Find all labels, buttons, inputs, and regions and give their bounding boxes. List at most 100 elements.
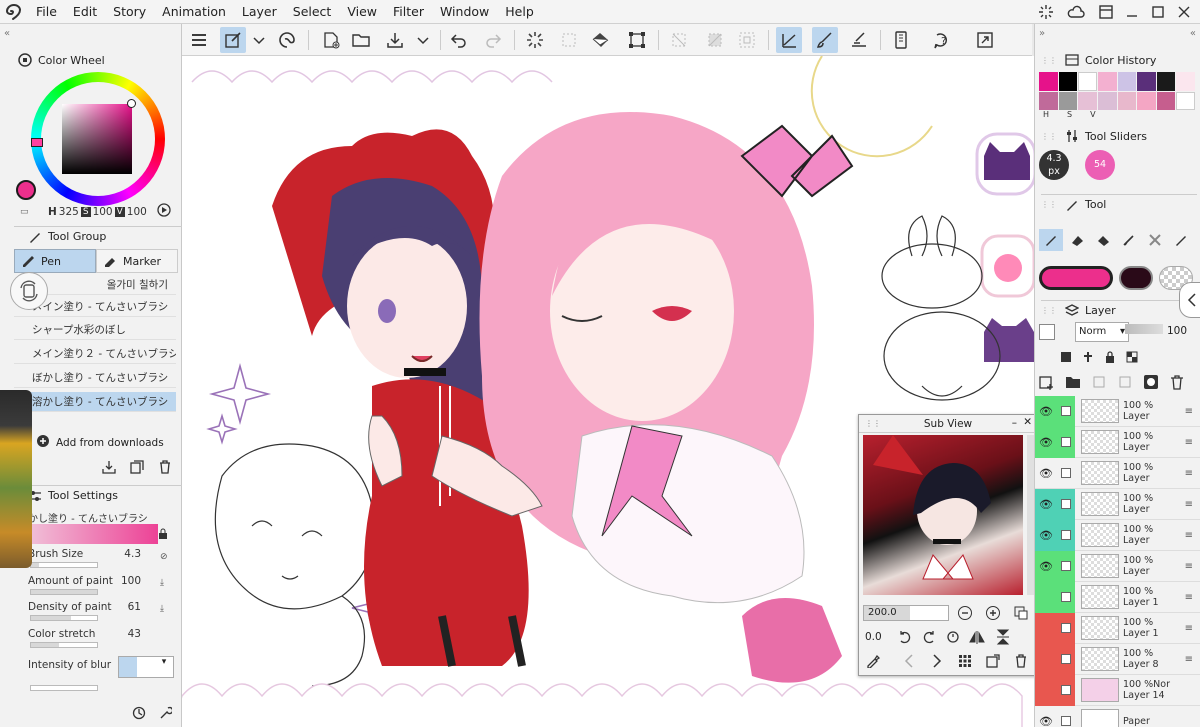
open-folder-icon[interactable] (348, 27, 374, 53)
new-subtool-icon[interactable] (102, 460, 116, 477)
chevron-down-icon[interactable] (246, 27, 272, 53)
fullscreen-icon[interactable] (972, 27, 998, 53)
saturation-value-square[interactable] (62, 104, 132, 174)
clear-selection-icon[interactable] (666, 27, 692, 53)
drag-handle[interactable] (4, 60, 10, 240)
fit-icon[interactable] (1011, 603, 1031, 623)
eye-icon[interactable]: 👁 (1035, 706, 1057, 727)
quick-access-icon[interactable] (220, 27, 246, 53)
delete-subtool-icon[interactable] (158, 460, 172, 477)
maximize-icon[interactable] (1146, 0, 1170, 24)
eye-icon[interactable]: 👁 (1035, 488, 1057, 520)
blur-mode-toggle[interactable]: ▾ (118, 656, 174, 678)
rotate-right-icon[interactable] (919, 627, 939, 647)
invert-selection-icon[interactable] (702, 27, 728, 53)
transform-icon[interactable] (624, 27, 650, 53)
reference-image[interactable] (863, 435, 1023, 595)
layer-row[interactable]: 100 % Layer 1 ≡ (1035, 612, 1200, 644)
sv-picker-handle[interactable] (127, 99, 136, 108)
main-color-swatch[interactable] (16, 180, 36, 200)
brush-item[interactable]: シャープ水彩のぼし (14, 320, 176, 340)
eye-icon[interactable] (1035, 643, 1057, 675)
panel-side-toggle[interactable] (1179, 282, 1200, 318)
zoom-in-icon[interactable] (983, 603, 1003, 623)
opacity-circle[interactable]: 54 (1085, 150, 1115, 180)
trash-icon[interactable] (1011, 651, 1031, 671)
layer-row[interactable]: 👁 100 % Layer ≡ (1035, 488, 1200, 520)
pen-pressure-icon[interactable] (812, 27, 838, 53)
color-wheel-header[interactable]: Color Wheel (14, 50, 105, 70)
menu-animation[interactable]: Animation (154, 0, 234, 24)
lock-icon[interactable] (158, 528, 168, 543)
brush-item-selected[interactable]: 溶かし塗り - てんさいブラシ (14, 392, 176, 412)
zoom-out-icon[interactable] (955, 603, 975, 623)
main-color-chip[interactable] (1039, 266, 1113, 290)
lasso-icon[interactable] (1143, 229, 1167, 251)
pen-tool-icon[interactable] (1039, 229, 1063, 251)
layer-row[interactable]: 100 % Layer 8 ≡ (1035, 643, 1200, 675)
layer-row[interactable]: 👁 100 % Layer ≡ (1035, 396, 1200, 427)
expand-right-icon[interactable]: « (1190, 28, 1196, 39)
collapse-left-icon[interactable]: « (4, 28, 10, 39)
chevron-right-icon[interactable] (927, 651, 947, 671)
layer-color-swatch[interactable] (1039, 324, 1055, 340)
eye-icon[interactable] (1035, 674, 1057, 706)
chevron-down-icon[interactable] (410, 27, 436, 53)
sub-view-titlebar[interactable]: ⋮⋮ Sub View – ✕ (859, 415, 1037, 433)
eye-icon[interactable]: 👁 (1035, 396, 1057, 427)
transparent-color-icon[interactable]: ▭ (20, 207, 29, 217)
menu-story[interactable]: Story (105, 0, 154, 24)
close-icon[interactable]: ✕ (1023, 416, 1032, 428)
redo-icon[interactable] (480, 27, 506, 53)
layer-row[interactable]: 100 % Layer 1 ≡ (1035, 581, 1200, 613)
layer-header[interactable]: ⋮⋮ Layer (1041, 300, 1197, 320)
menu-window[interactable]: Window (432, 0, 497, 24)
help-icon[interactable]: ? (930, 27, 956, 53)
chevron-left-icon[interactable] (899, 651, 919, 671)
sub-color-chip[interactable] (1119, 266, 1153, 290)
eraser-icon[interactable] (1065, 229, 1089, 251)
reset-rotation-icon[interactable] (943, 627, 963, 647)
menu-filter[interactable]: Filter (385, 0, 432, 24)
side-preview-thumbnail[interactable] (0, 390, 32, 568)
amount-of-paint-slider[interactable]: Amount of paint 100 (28, 575, 163, 603)
menu-edit[interactable]: Edit (65, 0, 105, 24)
menu-view[interactable]: View (339, 0, 385, 24)
companion-icon[interactable] (274, 27, 300, 53)
loading-icon[interactable] (522, 27, 548, 53)
layer-row[interactable]: 👁 Paper (1035, 706, 1200, 727)
merge-layer-icon[interactable] (1117, 374, 1133, 393)
tool-group-header[interactable]: Tool Group (14, 226, 182, 246)
tool-settings-header[interactable]: Tool Settings (14, 485, 182, 505)
copy-layer-icon[interactable] (1091, 374, 1107, 393)
eye-icon[interactable] (1035, 581, 1057, 613)
fill-icon[interactable] (588, 27, 614, 53)
reset-icon[interactable] (132, 706, 146, 723)
tool-header[interactable]: ⋮⋮ Tool (1041, 194, 1197, 214)
cloud-icon[interactable] (1064, 0, 1088, 24)
menu-layer[interactable]: Layer (234, 0, 285, 24)
tool-sliders-header[interactable]: ⋮⋮ Tool Sliders (1041, 126, 1147, 146)
grid-icon[interactable] (955, 651, 975, 671)
app-logo-icon[interactable] (0, 0, 28, 24)
minimize-icon[interactable] (1120, 0, 1144, 24)
eye-icon[interactable]: 👁 (1035, 550, 1057, 582)
color-mode-toggle-icon[interactable] (156, 202, 172, 221)
brush-tool-icon[interactable] (1117, 229, 1141, 251)
tab-marker[interactable]: Marker (96, 249, 178, 273)
new-layer-icon[interactable] (1039, 374, 1055, 393)
eyedropper-icon[interactable] (863, 651, 883, 671)
rotate-canvas-button[interactable] (10, 272, 48, 310)
tab-pen[interactable]: Pen (14, 249, 96, 273)
clip-icon[interactable] (1059, 350, 1073, 367)
reference-icon[interactable] (1081, 350, 1095, 367)
flip-horizontal-icon[interactable] (967, 627, 987, 647)
mask-icon[interactable] (1143, 374, 1159, 393)
save-icon[interactable] (382, 27, 408, 53)
menu-file[interactable]: File (28, 0, 65, 24)
wrench-icon[interactable] (158, 706, 174, 723)
menu-select[interactable]: Select (285, 0, 340, 24)
select-all-icon[interactable] (556, 27, 582, 53)
color-stretch-slider[interactable]: Color stretch 43 (28, 628, 163, 656)
expand-selection-icon[interactable] (734, 27, 760, 53)
